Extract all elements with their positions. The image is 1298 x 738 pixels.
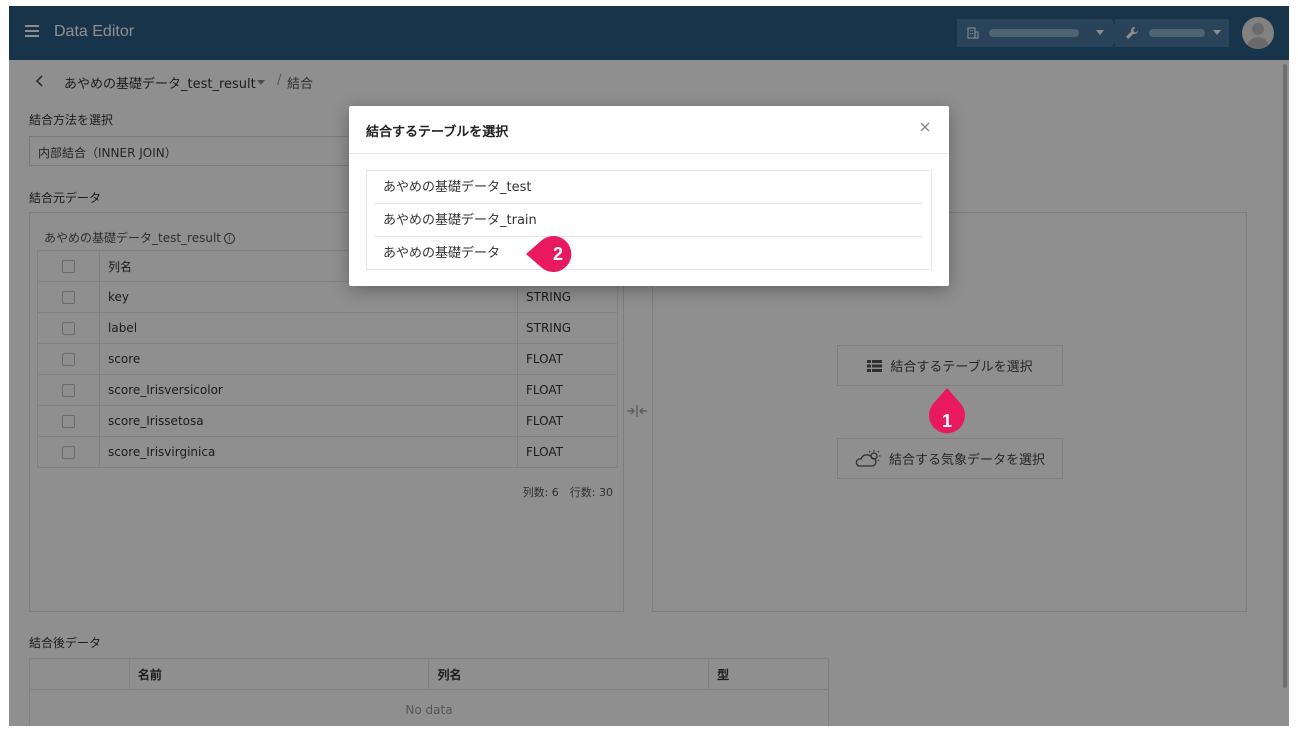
select-table-dialog: 結合するテーブルを選択 あやめの基礎データ_test あやめの基礎データ_tra… bbox=[349, 106, 949, 286]
app-window: Data Editor あやめの基礎データ_test_result / 結合 結… bbox=[9, 6, 1289, 726]
dialog-divider bbox=[349, 153, 949, 154]
table-list: あやめの基礎データ_test あやめの基礎データ_train あやめの基礎データ bbox=[366, 170, 932, 270]
dialog-title: 結合するテーブルを選択 bbox=[366, 125, 509, 140]
step-marker-2: 2 bbox=[524, 234, 572, 274]
close-icon[interactable] bbox=[918, 120, 932, 134]
step-marker-2-label: 2 bbox=[552, 244, 563, 264]
table-option[interactable]: あやめの基礎データ_train bbox=[375, 204, 923, 237]
step-marker-1-label: 1 bbox=[941, 411, 952, 431]
table-option[interactable]: あやめの基礎データ bbox=[375, 237, 923, 270]
step-marker-1: 1 bbox=[927, 386, 967, 434]
table-option[interactable]: あやめの基礎データ_test bbox=[375, 171, 923, 204]
